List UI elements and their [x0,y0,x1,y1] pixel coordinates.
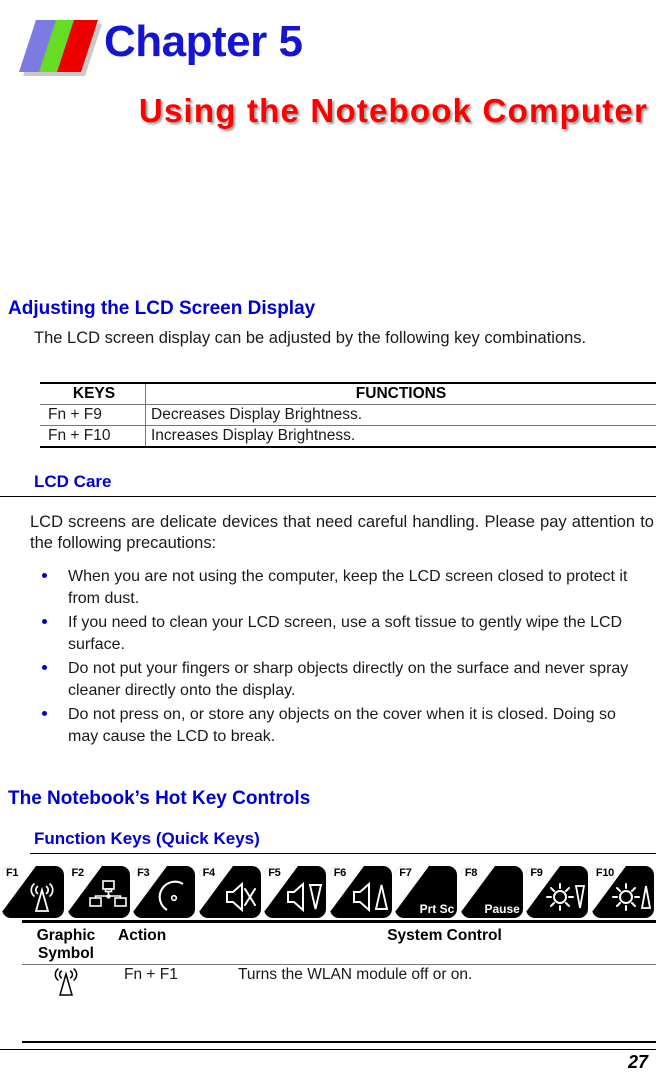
function-key-f4: F4 [198,866,261,918]
table-row: Fn + F1 Turns the WLAN module off or on. [22,965,656,1043]
function-key-f9: F9 [526,866,589,918]
function-key-label: F3 [137,867,150,879]
brightness-up-icon [611,878,652,916]
network-lan-icon [88,878,128,916]
function-key-label: F9 [530,867,543,879]
cell-graphic-symbol-wlan [22,965,110,1043]
chapter-banner: Chapter 5 Using the Notebook Computer [0,0,656,155]
table-row: Fn + F9 Decreases Display Brightness. [40,404,656,426]
table-header-row: Graphic Symbol Action System Control [22,926,656,965]
function-key-f6: F6 [329,866,392,918]
cell-function-decrease-brightness: Decreases Display Brightness. [145,404,656,426]
table-row: Fn + F10 Increases Display Brightness. [40,425,656,447]
function-key-f2: F2 [67,866,130,918]
function-key-f10: F10 [591,866,654,918]
function-key-label: F5 [268,867,281,879]
wireless-antenna-icon [49,966,83,1000]
lcd-care-bullet-list: When you are not using the computer, kee… [34,566,650,750]
paragraph-adjusting-intro: The LCD screen display can be adjusted b… [34,329,587,347]
hotkey-table-top-rule [22,920,656,923]
page-number: 27 [627,1052,648,1072]
heading-hot-key-controls: The Notebook’s Hot Key Controls [8,788,311,809]
table-header-system-control: System Control [387,927,502,944]
speaker-mute-icon [219,878,259,916]
list-item-text: Do not put your fingers or sharp objects… [68,660,629,699]
moon-sleep-icon [153,878,193,916]
cell-function-increase-brightness: Increases Display Brightness. [145,425,656,447]
heading-adjusting-lcd-screen-display: Adjusting the LCD Screen Display [8,298,316,319]
pause-label: Pause [484,902,520,916]
list-item: If you need to clean your LCD screen, us… [34,612,650,655]
lcd-care-divider [0,496,656,497]
brightness-down-icon [546,878,586,916]
bullet-dot-icon [42,573,47,578]
table-header-row: KEYS FUNCTIONS [40,383,656,405]
function-key-f5: F5 [264,866,327,918]
hot-key-controls-table: Graphic Symbol Action System Control Fn … [22,926,656,1043]
paragraph-lcd-care-intro: LCD screens are delicate devices that ne… [30,513,654,552]
print-screen-label: Prt Sc [419,902,455,916]
function-key-f7: F7 Prt Sc [395,866,458,918]
bullet-dot-icon [42,711,47,716]
heading-function-keys: Function Keys (Quick Keys) [34,829,260,848]
function-keys-divider [30,853,656,854]
list-item: Do not press on, or store any objects on… [34,704,650,747]
list-item-text: When you are not using the computer, kee… [68,568,628,607]
wireless-antenna-icon [22,878,62,916]
function-key-label: F4 [202,867,216,879]
function-keys-strip: F1 F2 F3 F4 F5 F6 F7 Prt Sc F8 Pause F9 … [2,866,654,918]
chapter-logo-icon [14,14,106,76]
volume-up-icon [350,878,390,916]
footer-divider [0,1049,656,1050]
table-header-graphic-symbol-line2: Symbol [38,945,94,962]
function-key-label: F2 [71,867,85,879]
function-key-label: F6 [333,867,347,879]
function-key-label: F1 [6,867,19,879]
list-item: When you are not using the computer, kee… [34,566,650,609]
table-header-graphic-symbol: Graphic Symbol [22,926,110,965]
function-key-f3: F3 [133,866,196,918]
cell-system-control-wlan: Turns the WLAN module off or on. [238,966,473,983]
cell-action-fn-f1: Fn + F1 [124,966,178,983]
function-key-label: F8 [464,867,478,879]
list-item-text: Do not press on, or store any objects on… [68,706,616,745]
cell-keys-fn-f10: Fn + F10 [48,427,111,444]
table-header-functions: FUNCTIONS [145,383,656,405]
list-item: Do not put your fingers or sharp objects… [34,658,650,701]
cell-keys-fn-f9: Fn + F9 [48,406,102,423]
table-header-action: Action [118,927,167,944]
lcd-brightness-keys-table: KEYS FUNCTIONS Fn + F9 Decreases Display… [40,382,656,448]
list-item-text: If you need to clean your LCD screen, us… [68,614,623,653]
function-key-f8: F8 Pause [460,866,523,918]
chapter-label: Chapter 5 [104,17,303,66]
function-key-label: F7 [399,867,412,879]
volume-down-icon [284,878,324,916]
heading-lcd-care: LCD Care [34,472,112,491]
table-header-keys: KEYS [72,385,116,402]
table-header-graphic-symbol-line1: Graphic [36,927,96,944]
function-key-f1: F1 [2,866,64,918]
bullet-dot-icon [42,665,47,670]
chapter-title: Using the Notebook Computer [138,92,648,129]
bullet-dot-icon [42,619,47,624]
